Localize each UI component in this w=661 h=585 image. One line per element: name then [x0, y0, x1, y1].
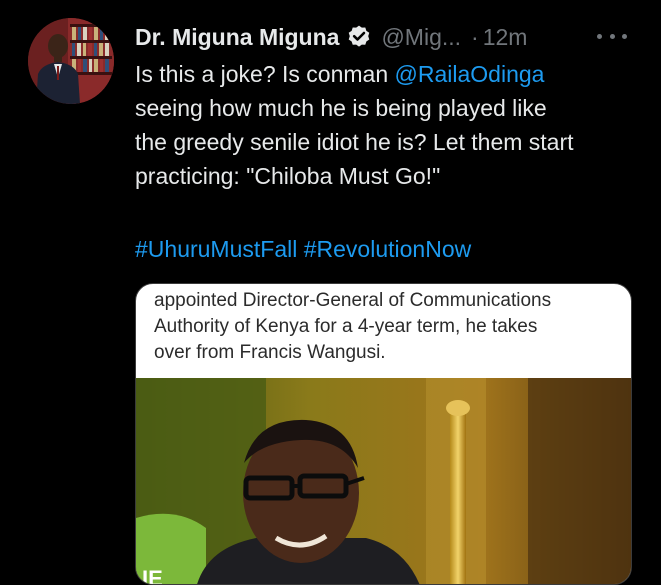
tweet-text-line: practicing: "Chiloba Must Go!": [135, 163, 441, 189]
mention-link[interactable]: @RailaOdinga: [395, 61, 545, 87]
tweet-header: Dr. Miguna Miguna @Mig... · 12m: [135, 22, 527, 52]
media-caption: appointed Director-General of Communicat…: [154, 288, 624, 366]
tweet-text: Is this a joke? Is conman @RailaOdinga s…: [135, 57, 640, 193]
more-dot: [622, 33, 627, 39]
verified-badge-icon: [346, 24, 372, 50]
separator-dot: ·: [471, 23, 479, 50]
tweet-text-line: Is this a joke? Is conman @RailaOdinga: [135, 57, 640, 91]
tweet-text-line: the greedy senile idiot he is? Let them …: [135, 129, 574, 155]
hashtag-link[interactable]: #UhuruMustFall: [135, 236, 297, 262]
tweet-text-line: seeing how much he is being played like: [135, 95, 547, 121]
hashtag-link[interactable]: #RevolutionNow: [304, 236, 471, 262]
more-dot: [597, 33, 602, 39]
media-caption-line: over from Francis Wangusi.: [154, 342, 386, 363]
timestamp[interactable]: 12m: [483, 24, 528, 51]
handle[interactable]: @Mig...: [381, 24, 461, 51]
media-photo: IE: [136, 378, 631, 585]
media-caption-line: Authority of Kenya for a 4-year term, he…: [154, 316, 538, 337]
more-options-icon[interactable]: [597, 26, 627, 46]
media-caption-line: appointed Director-General of Communicat…: [154, 290, 552, 311]
svg-text:IE: IE: [142, 566, 163, 585]
display-name[interactable]: Dr. Miguna Miguna: [135, 24, 339, 51]
media-attachment[interactable]: appointed Director-General of Communicat…: [135, 283, 632, 585]
hashtag-line: #UhuruMustFall #RevolutionNow: [135, 232, 471, 266]
avatar[interactable]: [28, 18, 114, 104]
tweet-text-segment: Is this a joke? Is conman: [135, 61, 395, 87]
tweet[interactable]: Dr. Miguna Miguna @Mig... · 12m Is this …: [0, 0, 661, 585]
more-dot: [609, 33, 615, 39]
